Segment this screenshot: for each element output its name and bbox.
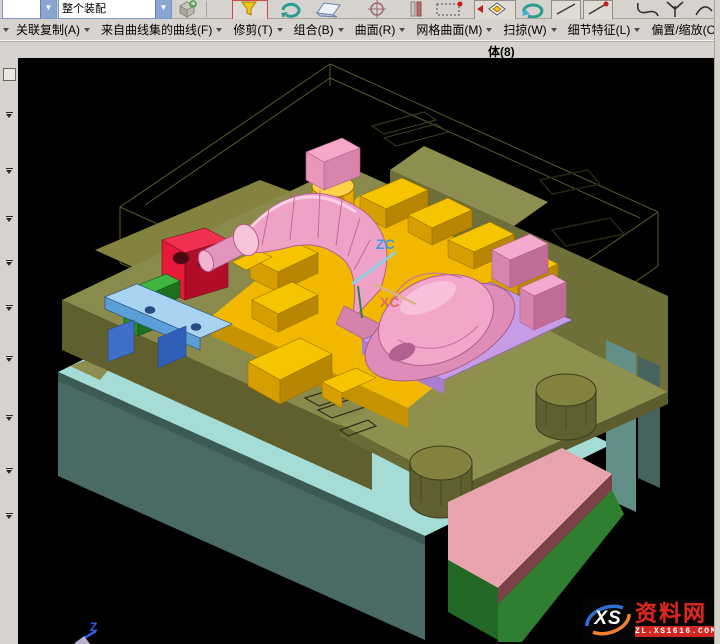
rotate-view-icon[interactable] bbox=[518, 0, 548, 18]
selection-filter-combo[interactable]: ▼ bbox=[2, 0, 57, 19]
clipped-icon[interactable] bbox=[692, 0, 714, 18]
column-icon[interactable] bbox=[408, 0, 424, 18]
selection-scope-value: 整个装配 bbox=[59, 0, 155, 18]
selection-scope-combo[interactable]: 整个装配 ▼ bbox=[58, 0, 172, 19]
toolbar-overflow-arrow[interactable] bbox=[6, 515, 12, 519]
end-point-icon[interactable] bbox=[583, 0, 613, 20]
menu-combine[interactable]: 组合(B) bbox=[287, 19, 348, 40]
menu-curve-from-curveset[interactable]: 来自曲线集的曲线(F) bbox=[94, 19, 226, 40]
menu-associative-copy[interactable]: 关联复制(A) bbox=[9, 19, 94, 40]
menu-mesh-surface[interactable]: 网格曲面(M) bbox=[409, 19, 496, 40]
menu-sweep[interactable]: 扫掠(W) bbox=[496, 19, 560, 40]
toolbar-overflow-arrow[interactable] bbox=[6, 218, 12, 222]
watermark-site-url: ZL.XS1616.COM bbox=[635, 626, 717, 637]
toolbar-overflow-arrow[interactable] bbox=[6, 307, 12, 311]
toolbar-overflow-arrow[interactable] bbox=[6, 358, 12, 362]
view-triad[interactable]: Z bbox=[74, 620, 97, 644]
wcs-xc-label: XC bbox=[380, 294, 399, 310]
graphics-window[interactable]: ZC XC Z bbox=[18, 58, 714, 644]
view-triad-z-label: Z bbox=[90, 620, 97, 634]
right-edge-strip bbox=[714, 0, 720, 644]
chevron-down-icon bbox=[486, 28, 492, 32]
watermark-oval-logo: XS bbox=[583, 600, 633, 640]
sheet-body-icon[interactable] bbox=[314, 0, 344, 18]
chevron-down-icon bbox=[634, 28, 640, 32]
point-icon[interactable] bbox=[364, 0, 390, 18]
chevron-down-icon[interactable]: ▼ bbox=[155, 0, 171, 18]
chevron-down-icon bbox=[338, 28, 344, 32]
toolbar-overflow-arrow[interactable] bbox=[6, 417, 12, 421]
snap-point-icon[interactable] bbox=[474, 0, 516, 20]
chevron-down-icon bbox=[551, 28, 557, 32]
menu-trim[interactable]: 修剪(T) bbox=[226, 19, 286, 40]
menu-detail-feature[interactable]: 细节特征(L) bbox=[561, 19, 645, 40]
chevron-down-icon bbox=[216, 28, 222, 32]
reset-orientation-icon[interactable] bbox=[278, 0, 306, 18]
watermark-xs-text: XS bbox=[583, 608, 633, 630]
top-toolbar: ▼ 整个装配 ▼ bbox=[0, 0, 720, 19]
curve-icon[interactable] bbox=[634, 0, 660, 18]
feature-menubar: 关联复制(A) 来自曲线集的曲线(F) 修剪(T) 组合(B) 曲面(R) 网格… bbox=[0, 19, 720, 40]
chevron-down-icon bbox=[84, 28, 90, 32]
toolbar-overflow-arrow[interactable] bbox=[6, 170, 12, 174]
chevron-down-icon[interactable]: ▼ bbox=[40, 0, 56, 18]
rectangle-select-icon[interactable] bbox=[434, 0, 466, 18]
wcs-zc-label: ZC bbox=[376, 236, 395, 252]
cue-bar: 体(8) bbox=[0, 40, 720, 59]
chevron-down-icon bbox=[277, 28, 283, 32]
toolbar-overflow-arrow[interactable] bbox=[6, 262, 12, 266]
line-icon[interactable] bbox=[551, 0, 581, 20]
watermark-site-name: 资料网 bbox=[635, 603, 717, 625]
move-object-icon[interactable] bbox=[176, 0, 198, 18]
watermark: XS 资料网 ZL.XS1616.COM bbox=[583, 599, 714, 641]
left-toolbar-strip bbox=[0, 58, 19, 644]
toolbar-overflow-arrow[interactable] bbox=[6, 470, 12, 474]
chevron-down-icon bbox=[399, 28, 405, 32]
selection-filter-icon[interactable] bbox=[232, 0, 268, 20]
menu-offset-scale[interactable]: 偏置/缩放(O) bbox=[644, 19, 720, 40]
nx-application-window: ▼ 整个装配 ▼ bbox=[0, 0, 720, 644]
fork-point-icon[interactable] bbox=[662, 0, 688, 18]
toolbar-overflow-arrow[interactable] bbox=[6, 114, 12, 118]
selection-filter-value bbox=[3, 0, 40, 18]
docked-tool-icon[interactable] bbox=[3, 68, 16, 81]
menu-surface[interactable]: 曲面(R) bbox=[348, 19, 410, 40]
mold-assembly-model[interactable]: ZC XC Z bbox=[18, 58, 714, 644]
